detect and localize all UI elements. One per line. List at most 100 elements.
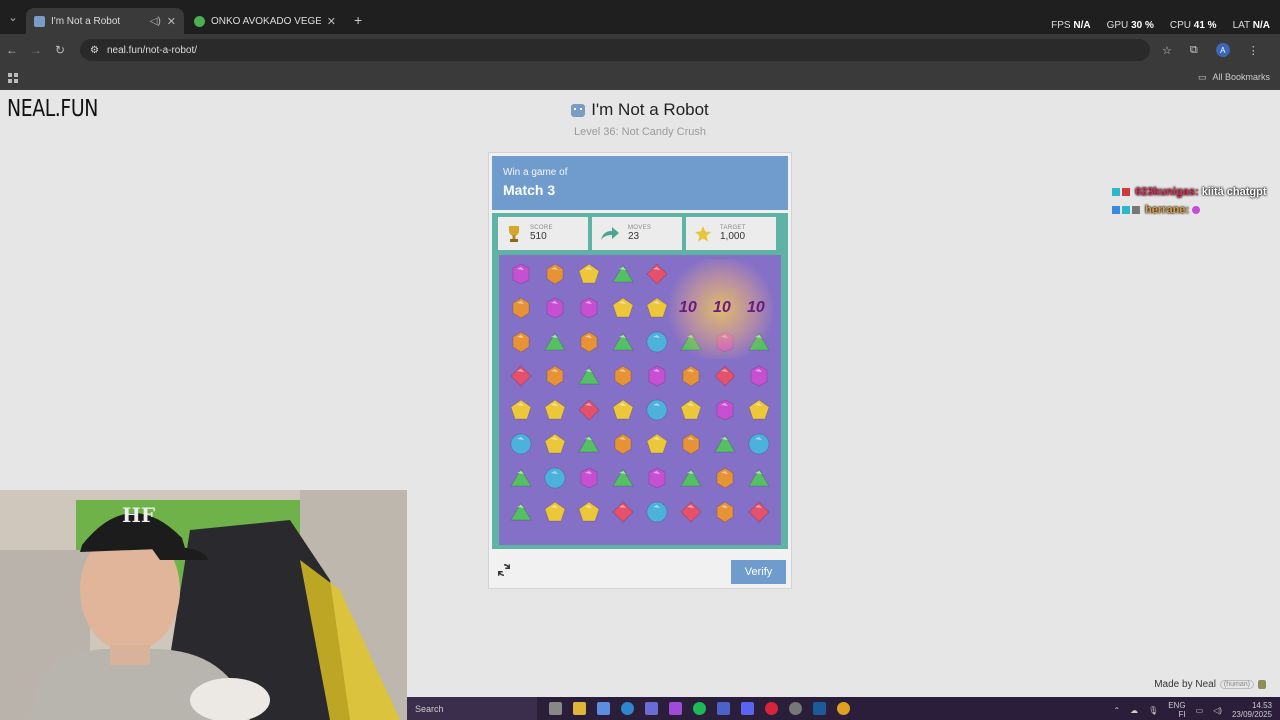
green-gem[interactable] [611, 466, 635, 490]
yellow-gem[interactable] [611, 398, 635, 422]
close-tab-icon[interactable]: ✕ [327, 15, 336, 28]
chrome-icon[interactable] [837, 702, 850, 715]
purple-gem[interactable] [713, 398, 737, 422]
orange-gem[interactable] [713, 466, 737, 490]
green-gem[interactable] [509, 500, 533, 524]
extensions-icon[interactable]: ⧉ [1190, 44, 1198, 57]
menu-dots-icon[interactable]: ⋮ [1248, 44, 1259, 57]
purple-gem[interactable] [509, 262, 533, 286]
tab-active[interactable]: I'm Not a Robot ◁) ✕ [26, 8, 184, 34]
language-indicator[interactable]: ENG FI [1168, 701, 1185, 719]
orange-gem[interactable] [543, 262, 567, 286]
tab-search-chevron-icon[interactable]: ⌄ [0, 0, 26, 34]
yellow-gem[interactable] [577, 262, 601, 286]
green-gem[interactable] [611, 330, 635, 354]
back-icon[interactable]: ← [0, 43, 24, 57]
task-view-icon[interactable] [549, 702, 562, 715]
red-gem[interactable] [747, 500, 771, 524]
refresh-icon[interactable] [497, 563, 511, 577]
yellow-gem[interactable] [543, 500, 567, 524]
all-bookmarks-button[interactable]: ▭ All Bookmarks [1198, 72, 1270, 83]
close-tab-icon[interactable]: ✕ [167, 15, 176, 28]
verify-button[interactable]: Verify [731, 560, 786, 584]
orange-gem[interactable] [713, 500, 737, 524]
purple-gem[interactable] [543, 296, 567, 320]
bookmark-star-icon[interactable]: ☆ [1162, 44, 1172, 57]
app-icon[interactable] [717, 702, 730, 715]
network-icon[interactable]: ▭ [1196, 706, 1204, 715]
steam-icon[interactable] [813, 702, 826, 715]
made-by-credit[interactable]: Made by Neal (human) [1154, 679, 1266, 690]
new-tab-icon[interactable]: + [346, 12, 370, 34]
yellow-gem[interactable] [611, 296, 635, 320]
blue-gem[interactable] [543, 466, 567, 490]
green-gem[interactable] [509, 466, 533, 490]
yellow-gem[interactable] [747, 398, 771, 422]
blue-gem[interactable] [645, 500, 669, 524]
green-gem[interactable] [679, 466, 703, 490]
gem-board[interactable]: 10 10 10 [499, 255, 781, 545]
yellow-gem[interactable] [509, 398, 533, 422]
edge-icon[interactable] [621, 702, 634, 715]
blue-gem[interactable] [509, 432, 533, 456]
orange-gem[interactable] [509, 330, 533, 354]
apps-grid-icon[interactable] [8, 73, 18, 83]
green-gem[interactable] [611, 262, 635, 286]
chat-badge-icon [1122, 188, 1130, 197]
yellow-gem[interactable] [645, 296, 669, 320]
discord-icon[interactable] [741, 702, 754, 715]
red-gem[interactable] [577, 398, 601, 422]
speaker-icon[interactable]: ◁) [150, 16, 161, 27]
green-gem[interactable] [577, 364, 601, 388]
red-gem[interactable] [713, 364, 737, 388]
red-gem[interactable] [611, 500, 635, 524]
green-gem[interactable] [577, 432, 601, 456]
reload-icon[interactable]: ↻ [48, 43, 72, 57]
site-info-icon[interactable]: ⚙ [90, 45, 99, 56]
spotify-icon[interactable] [693, 702, 706, 715]
store-icon[interactable] [645, 702, 658, 715]
purple-gem[interactable] [645, 364, 669, 388]
url-input[interactable]: ⚙ neal.fun/not-a-robot/ [80, 39, 1150, 61]
orange-gem[interactable] [577, 330, 601, 354]
orange-gem[interactable] [543, 364, 567, 388]
red-gem[interactable] [509, 364, 533, 388]
yellow-gem[interactable] [645, 432, 669, 456]
opera-icon[interactable] [765, 702, 778, 715]
forward-icon[interactable]: → [24, 43, 48, 57]
purple-gem[interactable] [645, 466, 669, 490]
purple-gem[interactable] [577, 296, 601, 320]
blue-gem[interactable] [747, 432, 771, 456]
taskbar-search-input[interactable]: Search [407, 697, 537, 720]
file-explorer-icon[interactable] [573, 702, 586, 715]
purple-gem[interactable] [747, 364, 771, 388]
tab-inactive[interactable]: ONKO AVOKADO VEGETABLE - ✕ [186, 8, 344, 34]
orange-gem[interactable] [679, 364, 703, 388]
orange-gem[interactable] [509, 296, 533, 320]
orange-gem[interactable] [679, 432, 703, 456]
profile-avatar-icon[interactable]: A [1215, 43, 1230, 57]
red-gem[interactable] [679, 500, 703, 524]
blue-gem[interactable] [645, 398, 669, 422]
yellow-gem[interactable] [577, 500, 601, 524]
red-gem[interactable] [645, 262, 669, 286]
all-bookmarks-label: All Bookmarks [1212, 72, 1270, 82]
cloud-icon[interactable]: ☁ [1130, 706, 1138, 715]
orange-gem[interactable] [611, 364, 635, 388]
orange-gem[interactable] [611, 432, 635, 456]
yellow-gem[interactable] [543, 398, 567, 422]
obs-icon[interactable] [789, 702, 802, 715]
green-gem[interactable] [747, 466, 771, 490]
green-gem[interactable] [713, 432, 737, 456]
yellow-gem[interactable] [679, 398, 703, 422]
volume-icon[interactable]: ◁) [1213, 706, 1222, 715]
copilot-icon[interactable] [597, 702, 610, 715]
clock[interactable]: 14.53 23/09/2025 [1232, 701, 1272, 719]
mic-icon[interactable]: 🎙︎ [1148, 706, 1158, 715]
tray-chevron-icon[interactable]: ⌃ [1113, 706, 1120, 715]
purple-gem[interactable] [577, 466, 601, 490]
app-icon[interactable] [669, 702, 682, 715]
blue-gem[interactable] [645, 330, 669, 354]
yellow-gem[interactable] [543, 432, 567, 456]
green-gem[interactable] [543, 330, 567, 354]
